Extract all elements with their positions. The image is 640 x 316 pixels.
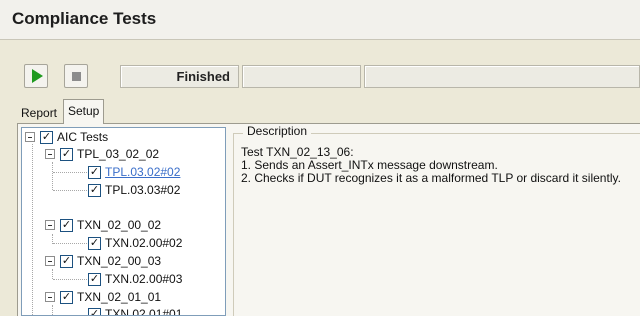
checkmark-icon: ✓ bbox=[89, 307, 100, 316]
tree-guide bbox=[32, 144, 33, 315]
stop-button[interactable] bbox=[64, 64, 88, 88]
tree-guide bbox=[52, 269, 53, 279]
tree-item-label: TXN.02.00#02 bbox=[105, 236, 183, 250]
tab-setup[interactable]: Setup bbox=[63, 99, 105, 124]
tree-item-label: TXN_02_01_01 bbox=[77, 290, 162, 304]
tree-item-label: TPL.03.02#02 bbox=[105, 165, 181, 179]
checkmark-icon: ✓ bbox=[89, 236, 100, 249]
checkbox[interactable]: ✓ bbox=[88, 183, 101, 197]
checkbox[interactable]: ✓ bbox=[60, 218, 73, 232]
tree-item-label: TXN.02.00#03 bbox=[105, 272, 183, 286]
title-bar: Compliance Tests bbox=[0, 0, 640, 40]
tree-item-label: TXN_02_00_02 bbox=[77, 218, 162, 232]
collapse-icon[interactable] bbox=[25, 132, 35, 142]
message-field bbox=[364, 65, 640, 88]
play-icon bbox=[32, 69, 43, 83]
tree-guide bbox=[53, 172, 89, 173]
tree-item[interactable]: ✓ TXN_02_00_02 bbox=[45, 216, 161, 234]
run-button[interactable] bbox=[24, 64, 48, 88]
description-line: 2. Checks if DUT recognizes it as a malf… bbox=[241, 171, 621, 185]
tree-guide bbox=[53, 243, 89, 244]
window-title: Compliance Tests bbox=[12, 9, 157, 28]
checkmark-icon: ✓ bbox=[89, 183, 100, 196]
tree-item[interactable]: ✓ TXN.02.00#03 bbox=[88, 270, 182, 288]
checkmark-icon: ✓ bbox=[61, 254, 72, 267]
tree-item[interactable]: ✓ TXN_02_00_03 bbox=[45, 252, 161, 270]
collapse-icon[interactable] bbox=[45, 149, 55, 159]
checkmark-icon: ✓ bbox=[41, 130, 52, 143]
checkmark-icon: ✓ bbox=[61, 218, 72, 231]
tree-item[interactable]: ✓ TPL.03.03#02 bbox=[88, 181, 180, 199]
tree-item[interactable]: ✓ TXN_02_01_01 bbox=[45, 288, 161, 306]
stop-icon bbox=[71, 71, 81, 81]
checkbox[interactable]: ✓ bbox=[60, 290, 73, 304]
tree-root-item[interactable]: ✓ AIC Tests bbox=[25, 128, 108, 146]
tree-item-label: TPL.03.03#02 bbox=[105, 183, 181, 197]
checkbox[interactable]: ✓ bbox=[88, 236, 101, 250]
checkbox[interactable]: ✓ bbox=[60, 254, 73, 268]
tree-item-label: AIC Tests bbox=[57, 130, 109, 144]
tree-item-label: TXN.02.01#01 bbox=[105, 307, 183, 316]
checkmark-icon: ✓ bbox=[61, 147, 72, 160]
checkmark-icon: ✓ bbox=[89, 272, 100, 285]
tree-item[interactable]: ✓ TXN.02.00#02 bbox=[88, 234, 182, 252]
tab-report[interactable]: Report bbox=[17, 103, 61, 123]
status-text: Finished bbox=[176, 69, 230, 84]
checkmark-icon: ✓ bbox=[61, 290, 72, 303]
tree-guide bbox=[53, 279, 89, 280]
description-text: Test TXN_02_13_06: 1. Sends an Assert_IN… bbox=[241, 146, 640, 185]
test-tree[interactable]: ✓ AIC Tests ✓ TPL_03_02_02 ✓ TPL.03.02#0… bbox=[21, 127, 226, 316]
collapse-icon[interactable] bbox=[45, 220, 55, 230]
collapse-icon[interactable] bbox=[45, 256, 55, 266]
tree-item[interactable]: ✓ TXN.02.01#01 bbox=[88, 305, 183, 316]
tree-item[interactable]: ✓ TPL_03_02_02 bbox=[45, 145, 159, 163]
checkbox[interactable]: ✓ bbox=[88, 272, 101, 286]
checkbox[interactable]: ✓ bbox=[88, 165, 101, 179]
tree-item-label: TPL_03_02_02 bbox=[77, 147, 160, 161]
tree-item-label: TXN_02_00_03 bbox=[77, 254, 162, 268]
progress-field bbox=[242, 65, 361, 88]
collapse-icon[interactable] bbox=[45, 292, 55, 302]
compliance-tests-window: Compliance Tests Finished Report Setup ✓… bbox=[0, 0, 640, 316]
checkbox[interactable]: ✓ bbox=[88, 307, 101, 316]
checkbox[interactable]: ✓ bbox=[60, 147, 73, 161]
checkmark-icon: ✓ bbox=[89, 165, 100, 178]
tree-guide bbox=[52, 162, 53, 190]
status-field: Finished bbox=[120, 65, 239, 88]
tree-guide bbox=[52, 305, 53, 315]
description-legend: Description bbox=[243, 124, 312, 138]
tree-guide bbox=[53, 190, 89, 191]
tree-item[interactable]: ✓ TPL.03.02#02 bbox=[88, 163, 180, 181]
checkbox[interactable]: ✓ bbox=[40, 130, 53, 144]
